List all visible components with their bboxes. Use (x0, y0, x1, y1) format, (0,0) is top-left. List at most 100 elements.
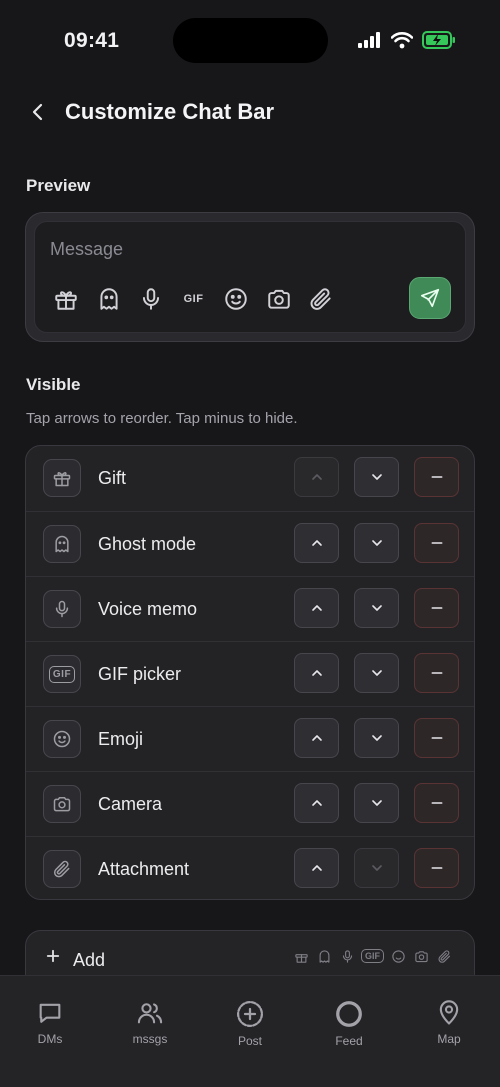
gif-icon: GIF (183, 293, 204, 305)
minus-icon (431, 672, 442, 674)
cellular-signal-icon (358, 32, 380, 48)
move-up-button[interactable] (294, 718, 339, 758)
list-item-attachment: Attachment (26, 836, 474, 899)
message-placeholder: Message (50, 239, 124, 259)
preview-section-label: Preview (26, 176, 91, 195)
minus-icon (431, 542, 442, 544)
list-item-voice-memo: Voice memo (26, 576, 474, 641)
chevron-down-icon (371, 605, 382, 611)
item-label: Ghost mode (98, 534, 197, 554)
move-down-button[interactable] (354, 848, 399, 888)
gift-icon (51, 284, 81, 314)
chevron-down-icon (371, 735, 382, 741)
chevron-left-icon (32, 103, 43, 121)
camera-icon (264, 284, 294, 314)
tab-dms[interactable]: DMs (10, 999, 90, 1046)
ghost-icon (43, 525, 81, 563)
chevron-up-icon (311, 540, 322, 546)
people-icon (137, 1003, 163, 1024)
minus-icon (431, 607, 442, 609)
back-button[interactable] (24, 98, 52, 126)
tab-feed[interactable]: Feed (309, 999, 389, 1048)
hide-button[interactable] (414, 783, 459, 823)
add-icon-preview-row: GIF (292, 947, 458, 965)
battery-charging-icon (422, 31, 455, 49)
chevron-up-icon (311, 670, 322, 676)
move-up-button[interactable] (294, 588, 339, 628)
item-label: Attachment (98, 859, 190, 879)
gif-icon: GIF (361, 949, 384, 963)
map-pin-icon (439, 1000, 459, 1025)
plus-circle-icon (237, 1001, 263, 1027)
move-down-button[interactable] (354, 783, 399, 823)
send-button[interactable] (409, 277, 451, 319)
page-title: Customize Chat Bar (65, 99, 275, 124)
item-label: GIF picker (98, 664, 182, 684)
emoji-icon (389, 947, 407, 965)
tab-map[interactable]: Map (409, 999, 489, 1046)
move-down-button[interactable] (354, 718, 399, 758)
list-item-ghost-mode: Ghost mode (26, 511, 474, 576)
minus-icon (431, 802, 442, 804)
chevron-down-icon (371, 865, 382, 871)
tab-bar: DMs mssgs Post Feed Map (0, 975, 500, 1087)
list-item-emoji: Emoji (26, 706, 474, 771)
send-icon (420, 288, 440, 308)
chevron-down-icon (371, 474, 382, 480)
hide-button[interactable] (414, 588, 459, 628)
move-up-button[interactable] (294, 848, 339, 888)
chevron-down-icon (371, 800, 382, 806)
chat-bubble-icon (39, 1003, 61, 1023)
camera-icon (43, 785, 81, 823)
paperclip-icon (43, 850, 81, 888)
status-bar: 09:41 (0, 0, 500, 80)
add-label: Add (73, 950, 106, 970)
minus-icon (431, 476, 442, 478)
hide-button[interactable] (414, 653, 459, 693)
reorder-hint: Tap arrows to reorder. Tap minus to hide… (26, 410, 298, 427)
ghost-icon (315, 947, 333, 965)
move-down-button[interactable] (354, 457, 399, 497)
list-item-gif-picker: GIF GIF picker (26, 641, 474, 706)
visible-items-list: Gift Ghost mode Voice memo GIF GIF picke… (25, 445, 475, 900)
move-up-button[interactable] (294, 523, 339, 563)
item-label: Gift (98, 468, 127, 488)
chevron-up-icon (311, 605, 322, 611)
microphone-icon (136, 284, 166, 314)
hide-button[interactable] (414, 718, 459, 758)
paperclip-icon (435, 947, 453, 965)
hide-button[interactable] (414, 457, 459, 497)
plus-icon (46, 949, 60, 963)
hide-button[interactable] (414, 523, 459, 563)
microphone-icon (338, 947, 356, 965)
nav-header: Customize Chat Bar (0, 92, 500, 132)
item-label: Emoji (98, 729, 144, 749)
microphone-icon (43, 590, 81, 628)
camera-icon (412, 947, 430, 965)
item-label: Camera (98, 794, 163, 814)
paperclip-icon (306, 284, 336, 314)
ghost-icon (94, 284, 124, 314)
emoji-icon (43, 720, 81, 758)
move-up-button[interactable] (294, 783, 339, 823)
move-down-button[interactable] (354, 588, 399, 628)
gif-icon: GIF (43, 655, 81, 693)
minus-icon (431, 867, 442, 869)
move-up-button[interactable] (294, 457, 339, 497)
tab-mssgs[interactable]: mssgs (110, 999, 190, 1046)
move-up-button[interactable] (294, 653, 339, 693)
tab-post[interactable]: Post (210, 999, 290, 1048)
chevron-down-icon (371, 670, 382, 676)
item-label: Voice memo (98, 599, 198, 619)
list-item-gift: Gift (26, 446, 474, 511)
gift-icon (292, 947, 310, 965)
hide-button[interactable] (414, 848, 459, 888)
wifi-icon (391, 32, 413, 49)
move-down-button[interactable] (354, 653, 399, 693)
dynamic-island (173, 18, 328, 63)
gift-icon (43, 459, 81, 497)
move-down-button[interactable] (354, 523, 399, 563)
list-item-camera: Camera (26, 771, 474, 836)
ring-icon (336, 1001, 362, 1027)
preview-icon-row: GIF (51, 284, 349, 314)
